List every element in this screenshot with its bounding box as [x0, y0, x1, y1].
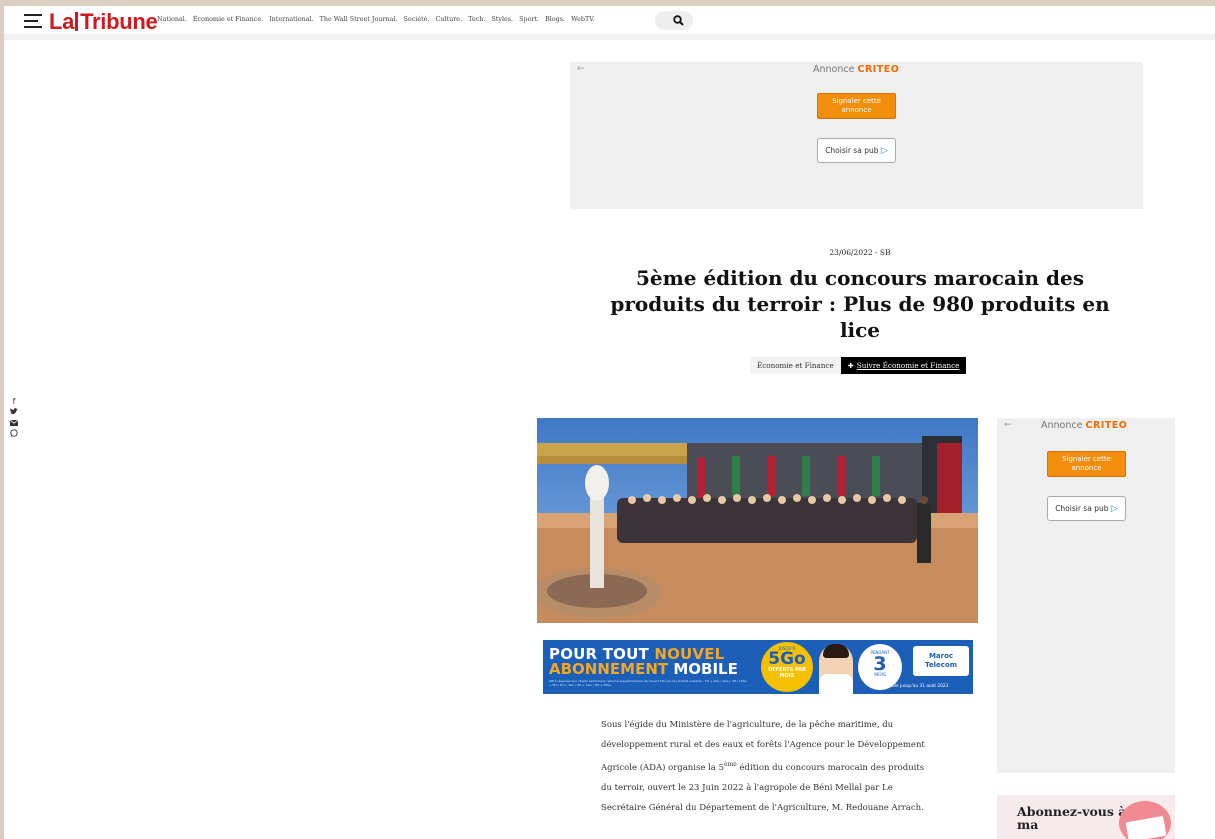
telecom-banner-ad[interactable]: POUR TOUT NOUVEL ABONNEMENT MOBILE Offre… [543, 640, 973, 694]
maroc-telecom-logo: Maroc Telecom [913, 646, 969, 676]
badge5-sub: OFFERTS PAR MOIS [768, 667, 806, 679]
logo-bar [75, 12, 79, 31]
ad-back-icon[interactable]: ← [577, 64, 585, 74]
nav-sport[interactable]: Sport. [519, 15, 539, 23]
nav-blogs[interactable]: Blogs. [545, 15, 565, 23]
article-title: 5ème édition du concours marocain des pr… [610, 266, 1110, 342]
nav-national[interactable]: National. [157, 15, 187, 23]
article-photo [537, 418, 978, 623]
banner-line-2: ABONNEMENT MOBILE [549, 660, 738, 678]
nav-wsj[interactable]: The Wall Street Journal. [320, 15, 398, 23]
criteo-logo: CRITEO [857, 64, 900, 75]
follow-label: Suivre Économie et Finance [856, 361, 960, 370]
logo-la: La [49, 9, 75, 34]
search-button[interactable] [655, 11, 693, 30]
sidebar-adchoices-icon: ▷ [1110, 504, 1118, 514]
banner-text-c: ABONNEMENT [549, 660, 669, 678]
sidebar-choose-ad-button[interactable]: Choisir sa pub ▷ [1047, 496, 1126, 521]
sidebar-choose-ad-label: Choisir sa pub [1055, 504, 1109, 513]
nav-styles[interactable]: Styles. [491, 15, 513, 23]
banner-fine-print: Offre réservée aux clients particuliers.… [549, 679, 747, 687]
choose-ad-label: Choisir sa pub [825, 146, 879, 155]
ad-prefix: Annonce [813, 64, 855, 75]
badge3-sub: MOIS [874, 673, 886, 678]
twitter-icon[interactable] [9, 407, 19, 418]
group-photo-image [537, 418, 978, 623]
subscribe-promo[interactable]: Abonnez-vous à LNT ma [997, 795, 1175, 839]
article-body: Sous l'égide du Ministère de l'agricultu… [601, 715, 926, 818]
article-tags: Économie et Finance ✚ Suivre Économie et … [750, 357, 967, 374]
category-tag[interactable]: Économie et Finance [750, 357, 841, 374]
sidebar-criteo-logo: CRITEO [1085, 420, 1128, 431]
banner-validity: Valable jusqu'au 31 août 2023 [883, 684, 949, 689]
nav-societe[interactable]: Société. [403, 15, 429, 23]
report-ad-button[interactable]: Signaler cette annonce [817, 93, 896, 119]
menu-icon[interactable] [24, 14, 42, 28]
whatsapp-icon[interactable] [9, 429, 19, 440]
banner-text-d: MOBILE [668, 660, 738, 678]
sidebar-ad-back-icon[interactable]: ← [1004, 420, 1012, 430]
sidebar-ad: ← Annonce CRITEO Signaler cette annonce … [997, 418, 1175, 773]
page: La Tribune National. Économie et Finance.… [4, 6, 1215, 839]
article-meta: 23/06/2022 - SB [829, 248, 891, 257]
badge3-value: 3 [873, 653, 887, 675]
sidebar-report-ad-button[interactable]: Signaler cette annonce [1047, 451, 1126, 477]
banner-person-image [819, 644, 853, 694]
nav-economie[interactable]: Économie et Finance. [193, 15, 263, 23]
site-logo[interactable]: La Tribune [49, 9, 158, 35]
sidebar-ad-label: Annonce CRITEO [1041, 420, 1127, 431]
social-share: f [9, 396, 19, 440]
sidebar-ad-prefix: Annonce [1041, 420, 1083, 431]
search-icon [673, 15, 684, 26]
ad-label: Annonce CRITEO [813, 64, 899, 75]
logo-tribune: Tribune [80, 9, 158, 34]
body-superscript: ème [724, 761, 737, 768]
top-ad: ← Annonce CRITEO Signaler cette annonce … [570, 62, 1143, 209]
top-bar: La Tribune National. Économie et Finance.… [4, 6, 1215, 40]
facebook-icon[interactable]: f [9, 396, 19, 407]
follow-button[interactable]: ✚ Suivre Économie et Finance [840, 357, 967, 374]
nav-webtv[interactable]: WebTV. [571, 15, 595, 23]
data-offer-badge: JUSQU'À 5Go OFFERTS PAR MOIS [761, 642, 813, 692]
badge5-value: 5Go [768, 649, 806, 669]
mail-icon[interactable] [9, 418, 19, 429]
nav-international[interactable]: International. [269, 15, 313, 23]
choose-ad-button[interactable]: Choisir sa pub ▷ [817, 138, 896, 163]
adchoices-icon: ▷ [880, 146, 888, 156]
nav-culture[interactable]: Culture. [436, 15, 463, 23]
nav-tech[interactable]: Tech. [468, 15, 485, 23]
main-nav: National. Économie et Finance. Internati… [157, 15, 601, 23]
